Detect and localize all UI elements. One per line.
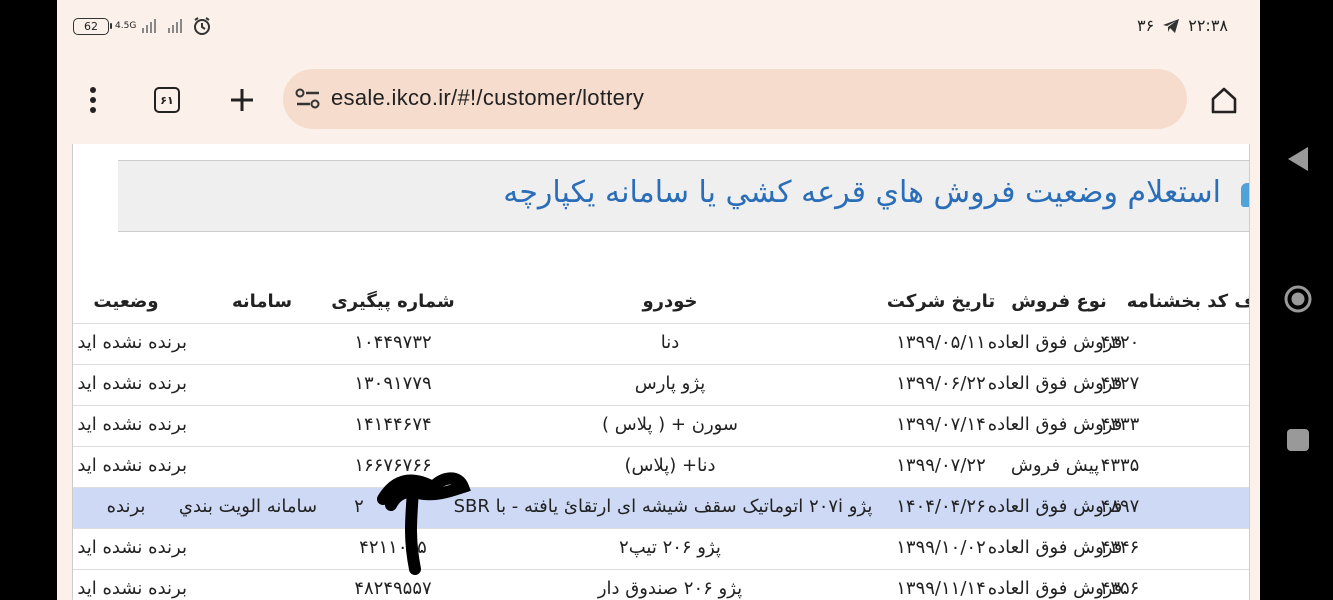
status-bar: 62 4.5G ۳۶ ۲۲:۳۸ [57,0,1260,56]
system-nav-bar [1260,0,1333,600]
cell-sale-type: فروش فوق العاده [987,332,1123,353]
table-row[interactable]: ۴۳۲۷ فروش فوق العاده ۱۳۹۹/۰۶/۲۲ پژو پارس… [73,364,1249,405]
cell-reg-date: ۱۳۹۹/۰۷/۱۴ [896,414,986,435]
cell-car: پژو ۲۰۶ تیپ۲ [619,537,721,558]
cell-sale-type: فروش فوق العاده [987,414,1123,435]
cell-car: پژو ۲۰۶ صندوق دار [597,578,743,599]
new-tab-button[interactable] [220,78,264,122]
back-icon[interactable] [1284,145,1312,173]
table-row[interactable]: ۴۳۴۶ فروش فوق العاده ۱۳۹۹/۱۰/۰۲ پژو ۲۰۶ … [73,528,1249,569]
header-status: وضعیت [93,291,159,312]
home-icon [1211,87,1237,114]
redaction-scribble [377,472,471,575]
cell-system: سامانه الويت بندي [178,496,318,517]
cell-car: پژو پارس [634,373,706,394]
tabs-icon: ۶۱ [154,87,180,113]
table-row[interactable]: ۴۳۲۰ فروش فوق العاده ۱۳۹۹/۰۵/۱۱ دنا ۱۰۴۴… [73,323,1249,364]
header-sale-type: نوع فروش [1011,291,1107,312]
recents-icon[interactable] [1284,426,1312,454]
tabs-button[interactable]: ۶۱ [145,78,189,122]
cell-status: برنده نشده اید [77,373,187,394]
plus-icon [231,89,253,111]
page-title: استعلام وضعيت فروش هاي قرعه کشي يا سامان… [503,175,1221,210]
web-page: استعلام وضعيت فروش هاي قرعه کشي يا سامان… [72,144,1250,600]
cell-tracking: ۲ [354,496,364,517]
signal-2-icon [168,19,183,33]
cell-tracking: ۱۴۱۴۴۶۷۴ [354,414,432,435]
table-row[interactable]: ۴۳۳۳ فروش فوق العاده ۱۳۹۹/۰۷/۱۴ سورن + (… [73,405,1249,446]
home-button[interactable] [1202,78,1246,122]
info-icon [1241,183,1249,207]
cell-car: پژو ۲۰۷i اتوماتیک سقف شیشه ای ارتقائ یاف… [453,496,873,517]
home-nav-icon[interactable] [1284,285,1312,313]
header-system: سامانه [231,291,293,312]
title-panel: استعلام وضعيت فروش هاي قرعه کشي يا سامان… [118,160,1249,232]
battery-icon: 62 [73,17,112,35]
cell-sale-type: فروش فوق العاده [987,537,1123,558]
cell-reg-date: ۱۳۹۹/۰۷/۲۲ [896,455,986,476]
header-code: ف کد بخشنامه [1126,291,1250,312]
cell-status: برنده نشده اید [77,578,187,599]
cell-car: دنا+ (پلاس) [624,455,716,476]
tab-count: ۶۱ [160,93,174,107]
cell-tracking: ۱۰۴۴۹۷۳۲ [354,332,432,353]
battery-level: 62 [84,19,98,33]
cell-code: ۴۳۳۵ [1100,455,1140,476]
phone-screen: 62 4.5G ۳۶ ۲۲:۳۸ ۶۱ esale.ikco.ir/#!/cus… [57,0,1260,600]
more-vert-icon [90,87,96,113]
table-row[interactable]: ۴۳۳۵ پیش فروش ۱۳۹۹/۰۷/۲۲ دنا+ (پلاس) ۱۶۶… [73,446,1249,487]
address-bar[interactable]: esale.ikco.ir/#!/customer/lottery [283,69,1187,129]
cell-sale-type: فروش فوق العاده [987,373,1123,394]
cell-status: برنده نشده اید [77,455,187,476]
cell-tracking: ۴۸۲۴۹۵۵۷ [354,578,432,599]
cell-reg-date: ۱۴۰۴/۰۴/۲۶ [896,496,986,517]
telegram-icon [1163,18,1180,33]
header-car: خودرو [642,291,698,312]
cell-reg-date: ۱۳۹۹/۰۵/۱۱ [896,332,986,353]
clock: ۲۲:۳۸ [1188,16,1228,35]
browser-toolbar: ۶۱ esale.ikco.ir/#!/customer/lottery [57,56,1260,144]
cell-status: برنده نشده اید [77,537,187,558]
notification-count: ۳۶ [1137,16,1155,35]
header-reg-date: تاریخ شرکت [886,291,996,312]
signal-icon [142,19,157,33]
cell-reg-date: ۱۳۹۹/۰۶/۲۲ [896,373,986,394]
cell-car: سورن + ( پلاس ) [601,414,739,435]
cell-status: برنده نشده اید [77,414,187,435]
header-tracking: شماره پیگیری [331,291,455,312]
cell-sale-type: فروش فوق العاده [987,578,1123,599]
cell-reg-date: ۱۳۹۹/۱۱/۱۴ [896,578,986,599]
url-text[interactable]: esale.ikco.ir/#!/customer/lottery [331,85,644,111]
cell-status: برنده نشده اید [77,332,187,353]
cell-sale-type: فروش فوق العاده [987,496,1123,517]
menu-button[interactable] [71,78,115,122]
cell-sale-type: پیش فروش [1010,455,1100,476]
cell-tracking: ۱۳۰۹۱۷۷۹ [354,373,432,394]
cell-status: برنده [106,496,146,517]
site-settings-icon[interactable] [295,87,321,111]
network-type: 4.5G [115,20,137,31]
table-row-selected[interactable]: ۴۸۹۷ فروش فوق العاده ۱۴۰۴/۰۴/۲۶ پژو ۲۰۷i… [73,487,1249,528]
table-row[interactable]: ۴۳۵۶ فروش فوق العاده ۱۳۹۹/۱۱/۱۴ پژو ۲۰۶ … [73,569,1249,600]
cell-car: دنا [660,332,680,353]
cell-reg-date: ۱۳۹۹/۱۰/۰۲ [896,537,986,558]
alarm-icon [194,17,211,35]
